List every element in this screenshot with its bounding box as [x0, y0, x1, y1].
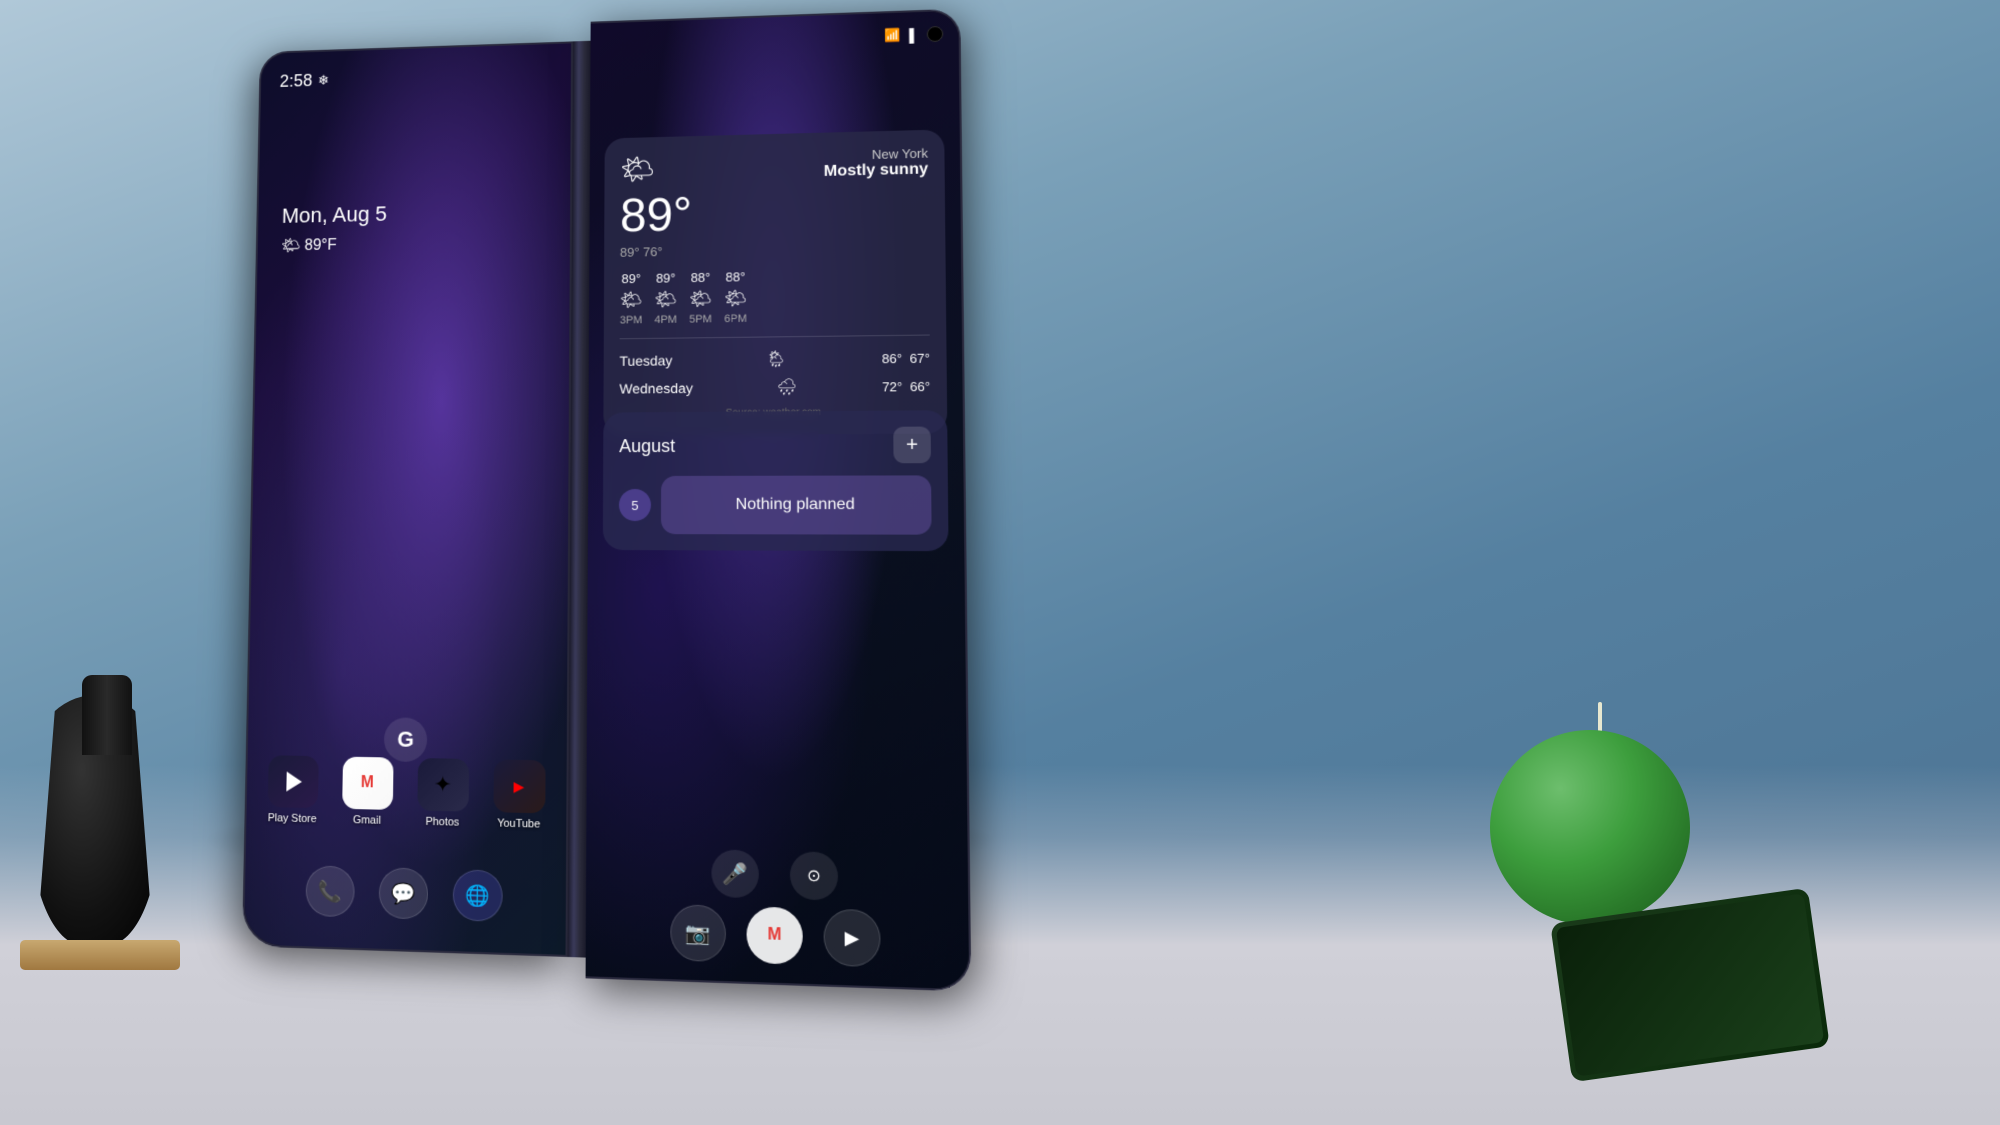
hour-icon-3: 🌤 [724, 288, 747, 309]
weather-widget: 🌤 New York Mostly sunny 89° 89° 76° 89° … [603, 129, 947, 435]
hour-time-2: 5PM [689, 313, 712, 325]
weather-hour-4pm: 89° 🌤 4PM [654, 271, 677, 327]
calendar-widget: August + 5 Nothing planned [603, 410, 949, 551]
front-camera [927, 26, 944, 42]
gmail-app[interactable]: M Gmail [341, 757, 393, 828]
foldable-phone: 2:58 ❄ Mon, Aug 5 🌤 89°F G Play Store [241, 28, 984, 1003]
microphone-icon[interactable]: 🎤 [711, 849, 758, 898]
weather-forecast: Tuesday 🌦 86° 67° Wednesday 🌧 72° 66° [619, 335, 930, 403]
hour-temp-2: 88° [691, 270, 711, 285]
gmail-label: Gmail [353, 814, 381, 827]
calendar-header: August + [619, 427, 931, 465]
weather-hour-6pm: 88° 🌤 6PM [724, 269, 747, 325]
weather-low-high: 89° 76° [620, 239, 929, 260]
wifi-icon: 📶 [885, 27, 902, 43]
hour-time-3: 6PM [724, 313, 747, 325]
hour-icon-2: 🌤 [689, 289, 712, 310]
forecast-temps-1: 72° 66° [882, 378, 930, 394]
photos-app[interactable]: ✦ Photos [417, 758, 469, 829]
candle-wick [1598, 702, 1602, 732]
calendar-day-number: 5 [619, 489, 651, 521]
messages-icon[interactable]: 💬 [379, 867, 429, 919]
status-time: 2:58 [279, 71, 312, 92]
forecast-day-0: Tuesday [620, 352, 673, 368]
camera-dock-icon[interactable]: 📷 [670, 904, 726, 962]
vase-neck [82, 675, 132, 755]
tablet-screen [1556, 893, 1824, 1076]
play-triangle [286, 772, 302, 792]
photos-icon: ✦ [417, 758, 469, 812]
hour-time-0: 3PM [620, 314, 642, 326]
weather-condition: Mostly sunny [824, 161, 929, 181]
app-row-main: Play Store M Gmail ✦ Photos ▶ YouTube [267, 755, 545, 831]
weather-location-block: New York Mostly sunny [824, 146, 929, 181]
forecast-tuesday: Tuesday 🌦 86° 67° [619, 344, 930, 375]
wood-base [20, 940, 180, 970]
status-snowflake-icon: ❄ [318, 72, 329, 88]
hour-icon-1: 🌤 [654, 289, 677, 310]
hour-temp-1: 89° [656, 271, 676, 286]
app-dock-left: Play Store M Gmail ✦ Photos ▶ YouTube [246, 755, 566, 831]
weather-hour-5pm: 88° 🌤 5PM [689, 270, 712, 326]
phone-left-panel: 2:58 ❄ Mon, Aug 5 🌤 89°F G Play Store [242, 41, 573, 957]
browser-icon[interactable]: 🌐 [453, 869, 503, 922]
calendar-content: 5 Nothing planned [619, 475, 932, 534]
youtube-app[interactable]: ▶ YouTube [493, 759, 545, 830]
gmail-icon: M [342, 757, 393, 810]
status-bar-right: 📶 ▌ [885, 26, 944, 44]
photos-label: Photos [425, 816, 459, 829]
phone-right-panel: 📶 ▌ 🌤 New York Mostly sunny 89° 89° 76° … [586, 9, 972, 992]
play-store-icon [267, 755, 318, 808]
green-candle [1490, 730, 1690, 925]
signal-icon: ▌ [909, 27, 919, 42]
date-widget: Mon, Aug 5 🌤 89°F [281, 202, 387, 256]
play-store-label: Play Store [268, 812, 317, 825]
forecast-day-1: Wednesday [619, 380, 693, 396]
forecast-temps-0: 86° 67° [882, 350, 930, 366]
gmail-dock-icon[interactable]: M [747, 906, 803, 964]
weather-header: 🌤 New York Mostly sunny [620, 146, 928, 186]
hour-time-1: 4PM [654, 314, 677, 326]
youtube-dock-icon[interactable]: ▶ [824, 909, 881, 968]
forecast-icon-1: 🌧 [777, 377, 798, 397]
calendar-month: August [619, 435, 675, 456]
forecast-wednesday: Wednesday 🌧 72° 66° [619, 372, 930, 403]
nothing-planned-text: Nothing planned [661, 475, 932, 534]
hour-temp-3: 88° [726, 269, 746, 284]
youtube-label: YouTube [497, 817, 540, 830]
weather-hour-3pm: 89° 🌤 3PM [620, 271, 643, 326]
date-label: Mon, Aug 5 [282, 202, 388, 229]
hour-temp-0: 89° [621, 271, 641, 286]
lens-icon[interactable]: ⊙ [790, 851, 838, 900]
weather-temp-big: 89° [620, 186, 929, 240]
forecast-icon-0: 🌦 [766, 349, 787, 369]
calendar-add-button[interactable]: + [893, 427, 931, 464]
weather-sun-icon: 🌤 [620, 153, 655, 186]
bottom-dock-left: 📞 💬 🌐 [245, 864, 566, 924]
weather-hourly: 89° 🌤 3PM 89° 🌤 4PM 88° 🌤 5PM 88° 🌤 [620, 266, 930, 326]
hour-icon-0: 🌤 [620, 290, 643, 311]
play-store-app[interactable]: Play Store [267, 755, 318, 825]
temperature-label: 🌤 89°F [281, 234, 387, 255]
phone-call-icon[interactable]: 📞 [305, 865, 354, 917]
youtube-icon: ▶ [493, 759, 545, 813]
